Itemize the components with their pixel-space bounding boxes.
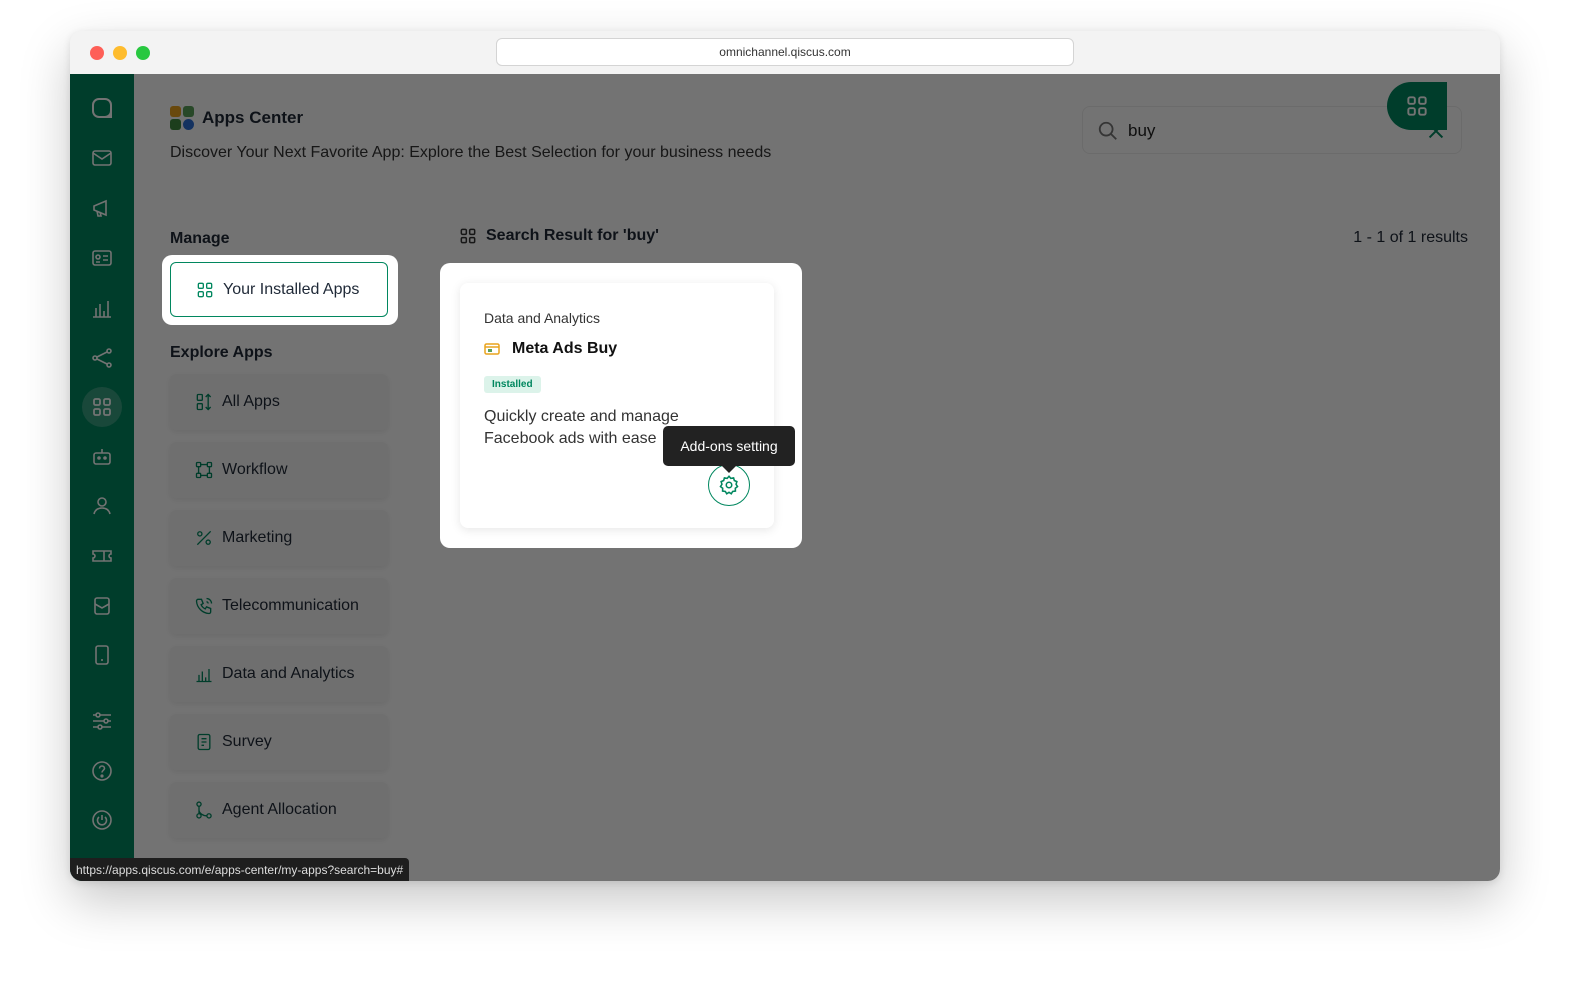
page-subtitle: Discover Your Next Favorite App: Explore… bbox=[170, 144, 772, 161]
mobile-icon[interactable] bbox=[82, 635, 122, 675]
page-title: Apps Center bbox=[202, 108, 304, 127]
mailbox-icon[interactable] bbox=[82, 586, 122, 626]
menu-label: All Apps bbox=[222, 393, 280, 410]
browser-window: omnichannel.qiscus.com Apps Center Disco… bbox=[70, 31, 1500, 881]
chat-logo-icon[interactable] bbox=[82, 88, 122, 128]
status-bar-url: https://apps.qiscus.com/e/apps-center/my… bbox=[70, 858, 410, 881]
results-count: 1 - 1 of 1 results bbox=[1353, 229, 1468, 246]
settings-sliders-icon[interactable] bbox=[82, 701, 122, 741]
address-bar[interactable]: omnichannel.qiscus.com bbox=[496, 38, 1074, 66]
survey-icon bbox=[197, 733, 211, 751]
close-window-button[interactable] bbox=[90, 46, 104, 60]
menu-all-apps[interactable]: All Apps bbox=[170, 374, 388, 430]
help-icon[interactable] bbox=[82, 751, 122, 791]
allocation-icon bbox=[196, 801, 212, 819]
power-icon[interactable] bbox=[82, 800, 122, 840]
apps-icon[interactable] bbox=[82, 387, 122, 427]
manage-label: Manage bbox=[170, 230, 230, 247]
grid-icon bbox=[1407, 96, 1427, 116]
minimize-window-button[interactable] bbox=[113, 46, 127, 60]
apps-center-header: Apps Center bbox=[170, 106, 303, 130]
workflow-icon bbox=[195, 461, 213, 479]
sort-icon bbox=[196, 393, 212, 411]
bot-icon[interactable] bbox=[82, 437, 122, 477]
search-icon bbox=[1098, 121, 1117, 140]
apps-center-logo-icon bbox=[170, 106, 194, 130]
menu-label: Marketing bbox=[222, 529, 293, 546]
agent-icon[interactable] bbox=[82, 486, 122, 526]
apps-launcher-button[interactable] bbox=[1387, 82, 1447, 130]
browser-titlebar: omnichannel.qiscus.com bbox=[70, 31, 1500, 74]
search-result-title: Search Result for 'buy' bbox=[486, 227, 659, 244]
menu-workflow[interactable]: Workflow bbox=[170, 442, 388, 498]
explore-apps-label: Explore Apps bbox=[170, 344, 273, 361]
menu-data-and-analytics[interactable]: Data and Analytics bbox=[170, 646, 388, 702]
menu-agent-allocation[interactable]: Agent Allocation bbox=[170, 782, 388, 838]
menu-marketing[interactable]: Marketing bbox=[170, 510, 388, 566]
analytics-icon[interactable] bbox=[82, 288, 122, 328]
marketing-icon bbox=[196, 530, 212, 546]
contact-card-icon[interactable] bbox=[82, 238, 122, 278]
chart-icon bbox=[196, 669, 212, 683]
search-input[interactable]: buy bbox=[1128, 121, 1155, 141]
main-content: Apps Center Discover Your Next Favorite … bbox=[134, 74, 1500, 881]
integration-icon[interactable] bbox=[82, 338, 122, 378]
maximize-window-button[interactable] bbox=[136, 46, 150, 60]
broadcast-icon[interactable] bbox=[82, 188, 122, 228]
menu-label: Workflow bbox=[222, 461, 288, 478]
menu-telecommunication[interactable]: Telecommunication bbox=[170, 578, 388, 634]
grid-icon bbox=[460, 228, 476, 244]
menu-label: Agent Allocation bbox=[222, 801, 337, 818]
menu-label: Data and Analytics bbox=[222, 665, 355, 682]
ticket-icon[interactable] bbox=[82, 536, 122, 576]
app-root: Apps Center Discover Your Next Favorite … bbox=[70, 74, 1500, 881]
menu-survey[interactable]: Survey bbox=[170, 714, 388, 770]
search-result-heading: Search Result for 'buy' bbox=[458, 226, 659, 246]
sidebar bbox=[70, 74, 134, 881]
menu-label: Survey bbox=[222, 733, 272, 750]
inbox-icon[interactable] bbox=[82, 138, 122, 178]
phone-icon bbox=[195, 597, 213, 615]
menu-label: Telecommunication bbox=[222, 597, 359, 614]
